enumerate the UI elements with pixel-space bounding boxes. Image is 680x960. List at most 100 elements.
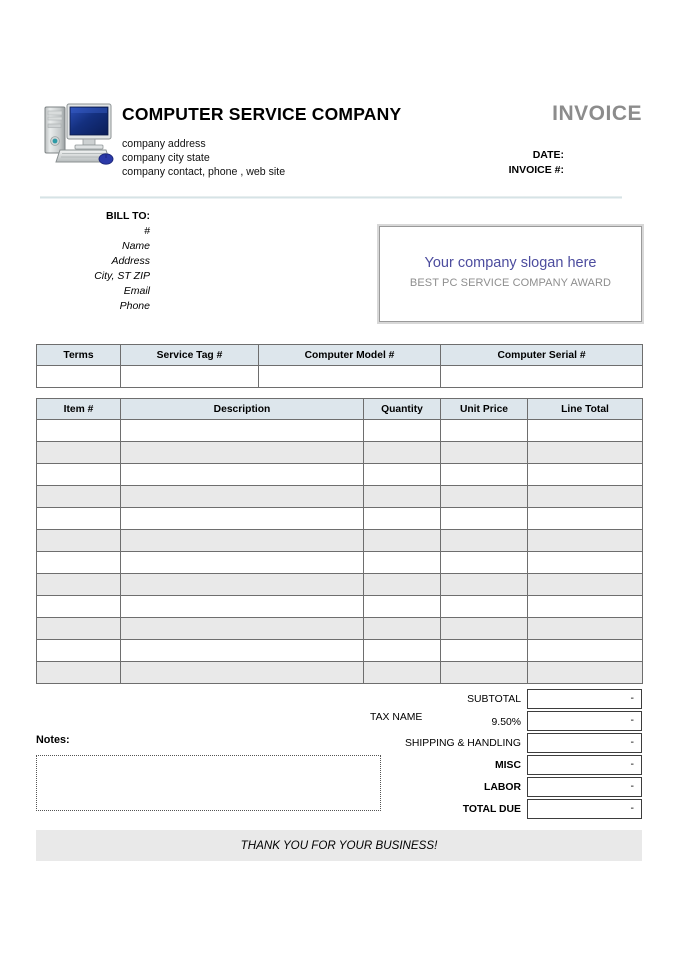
bill-to-address[interactable]: Address	[30, 254, 150, 269]
quantity-cell[interactable]	[363, 507, 441, 530]
description-cell[interactable]	[120, 485, 364, 508]
item-no-cell[interactable]	[36, 485, 121, 508]
terms-table: Terms Service Tag # Computer Model # Com…	[36, 344, 643, 388]
unit-price-cell[interactable]	[440, 529, 528, 552]
slogan-box: Your company slogan here BEST PC SERVICE…	[377, 224, 644, 324]
terms-col-computer-serial: Computer Serial #	[440, 344, 643, 366]
line-total-cell[interactable]	[527, 507, 643, 530]
item-no-cell[interactable]	[36, 529, 121, 552]
items-col-item-no: Item #	[36, 398, 121, 420]
unit-price-cell[interactable]	[440, 463, 528, 486]
description-cell[interactable]	[120, 595, 364, 618]
line-total-cell[interactable]	[527, 617, 643, 640]
quantity-cell[interactable]	[363, 529, 441, 552]
date-label: DATE:	[532, 149, 564, 161]
line-items-table: Item # Description Quantity Unit Price L…	[36, 398, 643, 684]
bill-to-city-state-zip[interactable]: City, ST ZIP	[30, 269, 150, 284]
quantity-cell[interactable]	[363, 551, 441, 574]
item-no-cell[interactable]	[36, 551, 121, 574]
item-no-cell[interactable]	[36, 661, 121, 684]
description-cell[interactable]	[120, 529, 364, 552]
quantity-cell[interactable]	[363, 595, 441, 618]
terms-header-row: Terms Service Tag # Computer Model # Com…	[36, 344, 643, 366]
unit-price-cell[interactable]	[440, 485, 528, 508]
description-cell[interactable]	[120, 419, 364, 442]
table-row	[36, 595, 643, 618]
unit-price-cell[interactable]	[440, 639, 528, 662]
computer-serial-value-cell[interactable]	[440, 365, 643, 388]
table-row	[36, 365, 643, 388]
line-total-cell[interactable]	[527, 441, 643, 464]
description-cell[interactable]	[120, 573, 364, 596]
line-total-cell[interactable]	[527, 573, 643, 596]
line-total-cell[interactable]	[527, 639, 643, 662]
unit-price-cell[interactable]	[440, 441, 528, 464]
table-row	[36, 529, 643, 552]
quantity-cell[interactable]	[363, 617, 441, 640]
unit-price-cell[interactable]	[440, 617, 528, 640]
line-total-cell[interactable]	[527, 485, 643, 508]
item-no-cell[interactable]	[36, 441, 121, 464]
line-total-cell[interactable]	[527, 551, 643, 574]
line-total-cell[interactable]	[527, 419, 643, 442]
quantity-cell[interactable]	[363, 441, 441, 464]
labor-value[interactable]: -	[527, 777, 642, 797]
subtotal-label: SUBTOTAL	[467, 693, 521, 705]
description-cell[interactable]	[120, 661, 364, 684]
item-no-cell[interactable]	[36, 595, 121, 618]
items-col-unit-price: Unit Price	[440, 398, 528, 420]
line-total-cell[interactable]	[527, 661, 643, 684]
unit-price-cell[interactable]	[440, 419, 528, 442]
tax-rate-value[interactable]: 9.50%	[492, 717, 521, 728]
service-tag-value-cell[interactable]	[120, 365, 259, 388]
table-row	[36, 485, 643, 508]
unit-price-cell[interactable]	[440, 661, 528, 684]
quantity-cell[interactable]	[363, 463, 441, 486]
unit-price-cell[interactable]	[440, 573, 528, 596]
notes-input[interactable]	[36, 755, 381, 811]
bill-to-number[interactable]: #	[30, 224, 150, 239]
description-cell[interactable]	[120, 441, 364, 464]
table-row	[36, 463, 643, 486]
line-total-cell[interactable]	[527, 529, 643, 552]
line-total-cell[interactable]	[527, 595, 643, 618]
description-cell[interactable]	[120, 551, 364, 574]
description-cell[interactable]	[120, 639, 364, 662]
description-cell[interactable]	[120, 507, 364, 530]
quantity-cell[interactable]	[363, 419, 441, 442]
unit-price-cell[interactable]	[440, 595, 528, 618]
item-no-cell[interactable]	[36, 617, 121, 640]
misc-value[interactable]: -	[527, 755, 642, 775]
quantity-cell[interactable]	[363, 639, 441, 662]
unit-price-cell[interactable]	[440, 507, 528, 530]
item-no-cell[interactable]	[36, 463, 121, 486]
computer-model-value-cell[interactable]	[258, 365, 441, 388]
terms-value-cell[interactable]	[36, 365, 121, 388]
table-row	[36, 639, 643, 662]
line-total-cell[interactable]	[527, 463, 643, 486]
table-row	[36, 617, 643, 640]
quantity-cell[interactable]	[363, 661, 441, 684]
item-no-cell[interactable]	[36, 573, 121, 596]
desktop-computer-icon	[40, 98, 116, 170]
tax-row: TAX NAME 9.50% -	[360, 710, 642, 732]
item-no-cell[interactable]	[36, 507, 121, 530]
bill-to-email[interactable]: Email	[30, 284, 150, 299]
item-no-cell[interactable]	[36, 419, 121, 442]
quantity-cell[interactable]	[363, 485, 441, 508]
subtotal-value[interactable]: -	[527, 689, 642, 709]
bill-to-name[interactable]: Name	[30, 239, 150, 254]
total-due-value[interactable]: -	[527, 799, 642, 819]
tax-value[interactable]: -	[527, 711, 642, 731]
bill-to-phone[interactable]: Phone	[30, 299, 150, 314]
items-col-description: Description	[120, 398, 364, 420]
misc-row: MISC -	[360, 754, 642, 776]
terms-col-service-tag: Service Tag #	[120, 344, 259, 366]
unit-price-cell[interactable]	[440, 551, 528, 574]
shipping-handling-value[interactable]: -	[527, 733, 642, 753]
description-cell[interactable]	[120, 617, 364, 640]
terms-col-terms: Terms	[36, 344, 121, 366]
item-no-cell[interactable]	[36, 639, 121, 662]
description-cell[interactable]	[120, 463, 364, 486]
quantity-cell[interactable]	[363, 573, 441, 596]
